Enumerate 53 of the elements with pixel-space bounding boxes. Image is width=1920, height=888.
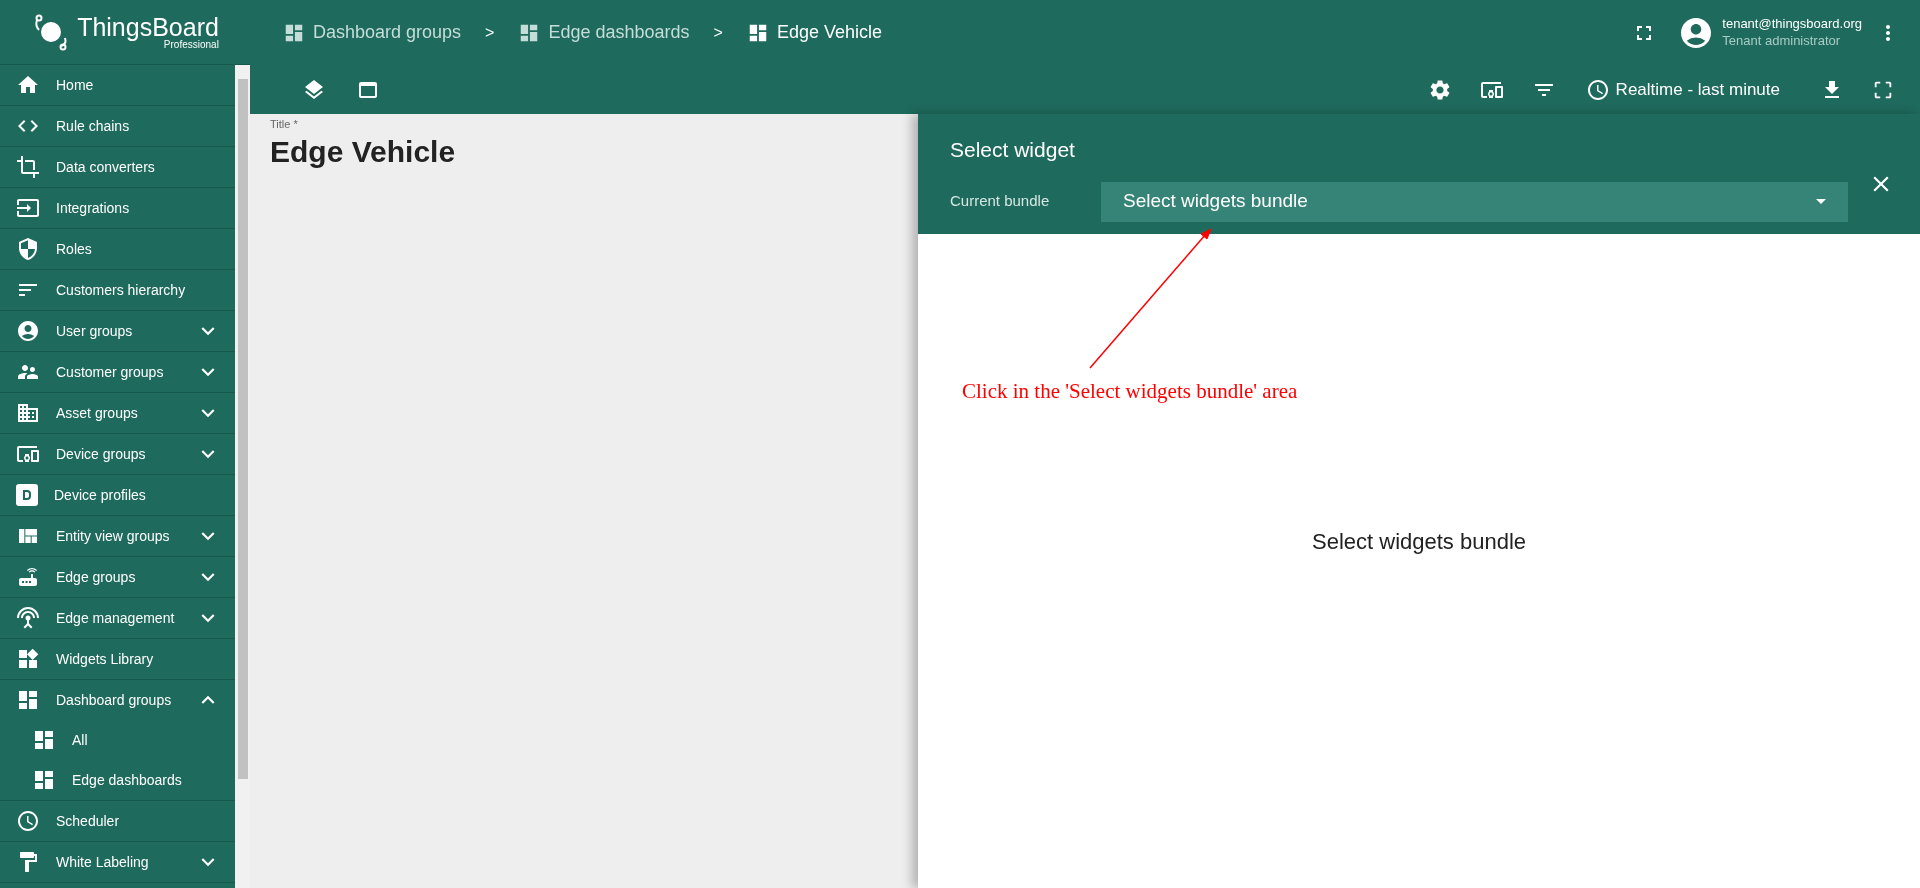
user-email: tenant@thingsboard.org bbox=[1722, 16, 1862, 33]
scrollbar[interactable] bbox=[235, 65, 250, 888]
user-icon bbox=[16, 319, 40, 343]
router-icon bbox=[16, 565, 40, 589]
sidebar-item[interactable]: Dashboard groups bbox=[0, 680, 235, 720]
panel-title: Select widget bbox=[950, 137, 1075, 163]
dropdown-icon bbox=[1816, 199, 1826, 204]
sidebar-item[interactable]: Edge management bbox=[0, 598, 235, 638]
dashboard-title: Edge Vehicle bbox=[270, 133, 457, 170]
sidebar-item[interactable]: Customers hierarchy bbox=[0, 270, 235, 310]
building-icon bbox=[16, 401, 40, 425]
dashboard-icon bbox=[16, 688, 40, 712]
sidebar-item[interactable]: Customer groups bbox=[0, 352, 235, 392]
empty-message: Select widgets bundle bbox=[1312, 527, 1526, 556]
title-label: Title * bbox=[270, 117, 299, 132]
logo-text: ThingsBoard bbox=[77, 14, 219, 40]
breadcrumb-link[interactable]: Edge Vehicle bbox=[746, 19, 882, 46]
user-role: Tenant administrator bbox=[1722, 32, 1842, 49]
edition-text: Professional bbox=[163, 39, 219, 50]
breadcrumb-separator: > bbox=[712, 22, 724, 43]
clock-icon bbox=[1585, 77, 1610, 102]
sidebar-item[interactable]: Data converters bbox=[0, 147, 235, 187]
bundle-select[interactable]: Select widgets bundle bbox=[1101, 181, 1848, 222]
sidebar-item[interactable]: Device profiles bbox=[0, 475, 235, 515]
sidebar-item[interactable]: User groups bbox=[0, 311, 235, 351]
shield-icon bbox=[16, 237, 40, 261]
sidebar-subitem[interactable]: All bbox=[0, 720, 235, 760]
annotation-text: Click in the 'Select widgets bundle' area bbox=[962, 378, 1298, 405]
crop-icon bbox=[16, 155, 40, 179]
sidebar-item[interactable]: White Labeling bbox=[0, 842, 235, 882]
clock-icon bbox=[16, 809, 40, 833]
sidebar-subitem[interactable]: Edge dashboards bbox=[0, 760, 235, 800]
bundle-label: Current bundle bbox=[950, 191, 1051, 212]
antenna-icon bbox=[16, 606, 40, 630]
sidebar-item[interactable]: Scheduler bbox=[0, 801, 235, 841]
input-icon bbox=[16, 196, 40, 220]
sidebar-item[interactable]: Rule chains bbox=[0, 106, 235, 146]
sidebar-item[interactable]: Widgets Library bbox=[0, 639, 235, 679]
breadcrumb-link[interactable]: Dashboard groups bbox=[283, 19, 462, 46]
sidebar-item[interactable]: Edge groups bbox=[0, 557, 235, 597]
badge-icon bbox=[16, 484, 38, 506]
timewindow-button[interactable]: Realtime - last minute bbox=[1585, 76, 1780, 103]
widgets-icon bbox=[16, 647, 40, 671]
sidebar-item[interactable]: Roles bbox=[0, 229, 235, 269]
sidebar-item[interactable]: Entity view groups bbox=[0, 516, 235, 556]
breadcrumb-separator: > bbox=[484, 22, 496, 43]
sidebar-item[interactable]: Home bbox=[0, 65, 235, 105]
sidebar-item[interactable]: Asset groups bbox=[0, 393, 235, 433]
sidebar-item[interactable]: Device groups bbox=[0, 434, 235, 474]
dashboard-icon bbox=[32, 728, 56, 752]
sidebar-item[interactable]: Integrations bbox=[0, 188, 235, 228]
dashboard-icon bbox=[32, 768, 56, 792]
breadcrumb-link[interactable]: Edge dashboards bbox=[518, 19, 690, 46]
